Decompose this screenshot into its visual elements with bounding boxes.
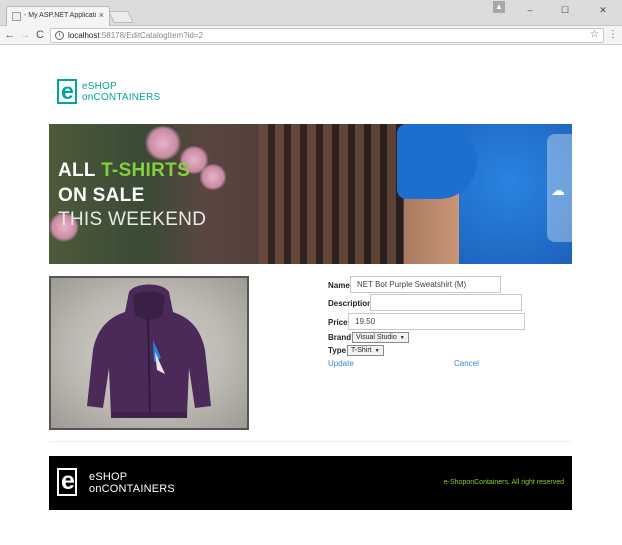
tab-close-icon[interactable]: × (99, 10, 104, 20)
url-host: localhost (68, 31, 100, 40)
bookmark-star-icon[interactable]: ☆ (590, 29, 599, 40)
address-toolbar: ← → C i localhost:58178/EditCatalogItem?… (0, 26, 622, 45)
url-path: :58178/EditCatalogItem?id=2 (99, 31, 203, 40)
brand-label: Brand (328, 333, 352, 342)
price-input[interactable]: 19.50 (348, 313, 525, 330)
banner-line3: THIS WEEKEND (58, 209, 207, 230)
description-input[interactable] (370, 294, 522, 311)
url-text: localhost:58178/EditCatalogItem?id=2 (68, 31, 203, 40)
browser-tab[interactable]: - My ASP.NET Applicatio × (6, 6, 110, 26)
page-favicon-icon (12, 12, 21, 21)
promo-banner: ☁ ALL T-SHIRTS ON SALE THIS WEEKEND (49, 124, 572, 264)
page-footer: e eSHOP onCONTAINERS e-ShoponContainers.… (49, 456, 572, 510)
chevron-down-icon: ▼ (374, 348, 380, 354)
maximize-button[interactable]: ☐ (557, 3, 573, 17)
footer-logo-mark-icon: e (57, 467, 77, 496)
browser-menu-icon[interactable]: ⋮ (608, 29, 618, 40)
tab-title: - My ASP.NET Applicatio (24, 12, 96, 19)
footer-divider (49, 441, 572, 442)
tab-strip: - My ASP.NET Applicatio × ▲ – ☐ ✕ (0, 0, 622, 26)
name-input[interactable]: NET Bot Purple Sweatshirt (M) (350, 276, 501, 293)
banner-line1: ALL T-SHIRTS (58, 160, 191, 181)
footer-copyright: e-ShoponContainers. All right reserved (443, 479, 564, 486)
new-tab-button[interactable] (108, 11, 134, 23)
cloud-icon: ☁ (551, 182, 565, 198)
flower-decoration (144, 126, 182, 160)
footer-logo-line2: onCONTAINERS (89, 483, 175, 495)
sleeve-image (397, 124, 477, 199)
profile-icon[interactable]: ▲ (493, 1, 505, 13)
cancel-link[interactable]: Cancel (454, 359, 479, 368)
site-info-icon[interactable]: i (55, 31, 64, 40)
footer-logo-line1: eSHOP (89, 471, 128, 483)
minimize-button[interactable]: – (522, 3, 538, 17)
forward-button[interactable]: → (19, 28, 31, 42)
price-label: Price (328, 318, 348, 327)
logo-mark-icon: e (57, 78, 77, 104)
edit-catalog-form: Name NET Bot Purple Sweatshirt (M) Descr… (328, 275, 568, 370)
chevron-down-icon: ▼ (399, 335, 405, 341)
browser-window: - My ASP.NET Applicatio × ▲ – ☐ ✕ ← → C … (0, 0, 622, 545)
address-bar[interactable]: i localhost:58178/EditCatalogItem?id=2 ☆ (50, 28, 604, 43)
reload-button[interactable]: C (34, 28, 46, 42)
close-window-button[interactable]: ✕ (595, 3, 611, 17)
description-label: Description (328, 299, 373, 308)
brand-select-value: Visual Studio (356, 334, 397, 341)
type-select[interactable]: T-Shirt ▼ (347, 345, 384, 356)
type-select-value: T-Shirt (351, 347, 372, 354)
update-link[interactable]: Update (328, 359, 354, 368)
sweatshirt-image (87, 284, 211, 418)
brand-select[interactable]: Visual Studio ▼ (352, 332, 409, 343)
logo-line2: onCONTAINERS (82, 92, 161, 103)
flower-decoration (199, 164, 227, 190)
product-image (49, 276, 249, 430)
banner-line2: ON SALE (58, 185, 145, 206)
eshop-logo[interactable]: e eSHOP onCONTAINERS (57, 78, 187, 105)
logo-line1: eSHOP (82, 81, 117, 92)
back-button[interactable]: ← (4, 28, 16, 42)
type-label: Type (328, 346, 347, 355)
name-label: Name (328, 281, 350, 290)
